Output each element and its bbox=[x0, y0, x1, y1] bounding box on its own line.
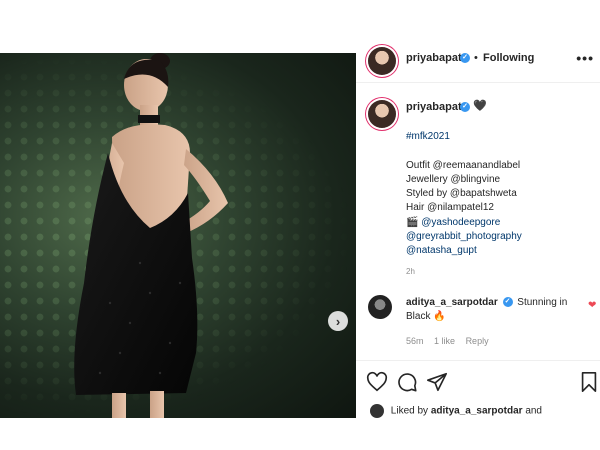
liked-by-prefix: Liked by bbox=[390, 405, 429, 417]
next-image-button[interactable]: › bbox=[328, 311, 348, 331]
comment-likes[interactable]: 1 like bbox=[434, 336, 455, 346]
comment-body: aditya_a_sarpotdar ✓ Stunning in Black 🔥 bbox=[406, 296, 576, 324]
comment-meta: 56m 1 like Reply bbox=[406, 336, 497, 346]
caption-outfit-credit[interactable]: Outfit @reemaanandlabel bbox=[406, 159, 596, 173]
liked-by-suffix: and bbox=[525, 405, 542, 417]
verified-badge-icon: ✓ bbox=[502, 297, 513, 308]
verified-badge-icon: ✓ bbox=[460, 53, 470, 63]
following-button[interactable]: Following bbox=[483, 52, 534, 64]
heart-outline-icon[interactable] bbox=[366, 371, 388, 393]
post-image[interactable]: › bbox=[0, 53, 356, 418]
separator: • bbox=[474, 52, 478, 64]
comment-heart-icon[interactable]: ❤ bbox=[588, 300, 596, 311]
comment-icon[interactable] bbox=[396, 371, 418, 393]
caption-text: #mfk2021 Outfit @reemaanandlabel Jewelle… bbox=[406, 130, 596, 259]
chevron-right-icon: › bbox=[335, 313, 341, 329]
comment-avatar[interactable] bbox=[368, 295, 392, 319]
caption-video-credit[interactable]: 🎬 @yashodeepgore bbox=[406, 216, 596, 230]
caption-hair-credit[interactable]: Hair @nilampatel12 bbox=[406, 201, 596, 215]
liked-by-user[interactable]: aditya_a_sarpotdar bbox=[431, 406, 523, 417]
more-options-button[interactable]: ••• bbox=[576, 50, 594, 66]
post-timestamp[interactable]: 2h bbox=[406, 267, 415, 276]
caption-photo-credit[interactable]: @greyrabbit_photography bbox=[406, 230, 596, 244]
comment-time[interactable]: 56m bbox=[406, 336, 424, 346]
action-bar bbox=[356, 360, 600, 401]
black-heart-icon: 🖤 bbox=[473, 100, 487, 112]
caption-hashtag[interactable]: #mfk2021 bbox=[406, 130, 596, 144]
verified-badge-icon: ✓ bbox=[460, 102, 470, 112]
comment-username[interactable]: aditya_a_sarpotdar bbox=[406, 297, 498, 308]
caption-styled-credit[interactable]: Styled by @bapatshweta bbox=[406, 187, 596, 201]
reply-button[interactable]: Reply bbox=[466, 336, 489, 346]
post-side-panel: priyabapat ✓ • Following ••• priyabapat … bbox=[356, 40, 600, 425]
caption-jewellery-credit[interactable]: Jewellery @blingvine bbox=[406, 173, 596, 187]
liked-by: Liked by aditya_a_sarpotdar and bbox=[370, 404, 542, 418]
model-photo bbox=[74, 53, 228, 418]
liked-by-avatar bbox=[370, 404, 384, 418]
caption-username[interactable]: priyabapat bbox=[406, 101, 462, 113]
caption-makeup-credit[interactable]: @natasha_gupt bbox=[406, 244, 596, 258]
avatar[interactable] bbox=[368, 47, 396, 75]
caption-avatar[interactable] bbox=[368, 100, 396, 128]
bookmark-icon[interactable] bbox=[578, 371, 600, 393]
share-icon[interactable] bbox=[426, 371, 448, 393]
header-username[interactable]: priyabapat bbox=[406, 52, 462, 64]
post-header: priyabapat ✓ • Following ••• bbox=[356, 40, 600, 83]
